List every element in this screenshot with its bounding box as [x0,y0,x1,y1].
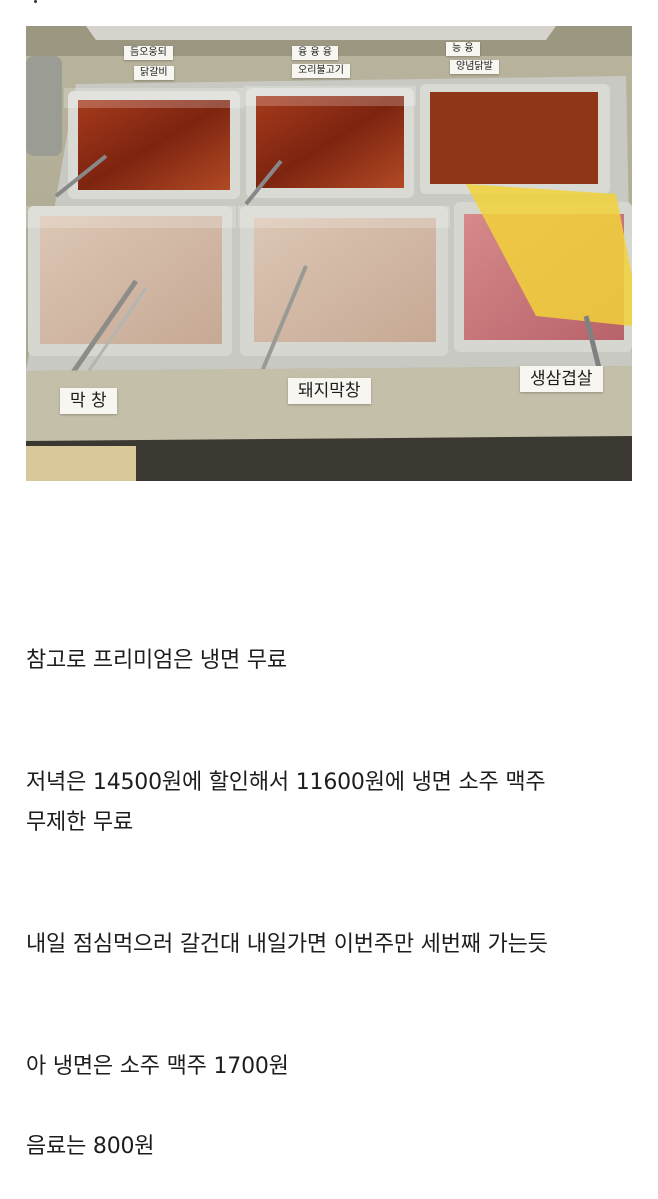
label-duck-bulgogi: 오리불고기 [292,64,350,78]
post-paragraph-2-line-2: 무제한 무료 [26,810,133,835]
label-pork-belly: 생삼겹살 [520,366,603,392]
label-dakgalbi: 닭갈비 [134,66,174,80]
label-makchang: 막 창 [60,388,117,414]
post-paragraph-5: 음료는 800원 [26,1134,155,1159]
post-paragraph-4: 아 냉면은 소주 맥주 1700원 [26,1054,289,1079]
leading-dot [34,0,37,3]
post-paragraph-2-line-1: 저녁은 14500원에 할인해서 11600원에 냉면 소주 맥주 [26,770,546,795]
buffet-photo: 듬오웅되 융 융 융 능 융 닭갈비 오리불고기 양념닭발 막 창 돼지막창 생… [26,26,632,481]
post-paragraph-3: 내일 점심먹으러 갈건대 내일가면 이번주만 세번째 가는듯 [26,932,548,957]
label-top-back-2: 융 융 융 [292,46,338,60]
label-top-back-1: 듬오웅되 [124,46,173,60]
buffet-photo-illustration [26,26,632,481]
label-seasoned-chicken-feet: 양념닭발 [450,60,499,74]
post-paragraph-1: 참고로 프리미엄은 냉면 무료 [26,648,287,673]
label-pork-makchang: 돼지막창 [288,378,371,404]
label-top-back-3: 능 융 [446,42,480,56]
